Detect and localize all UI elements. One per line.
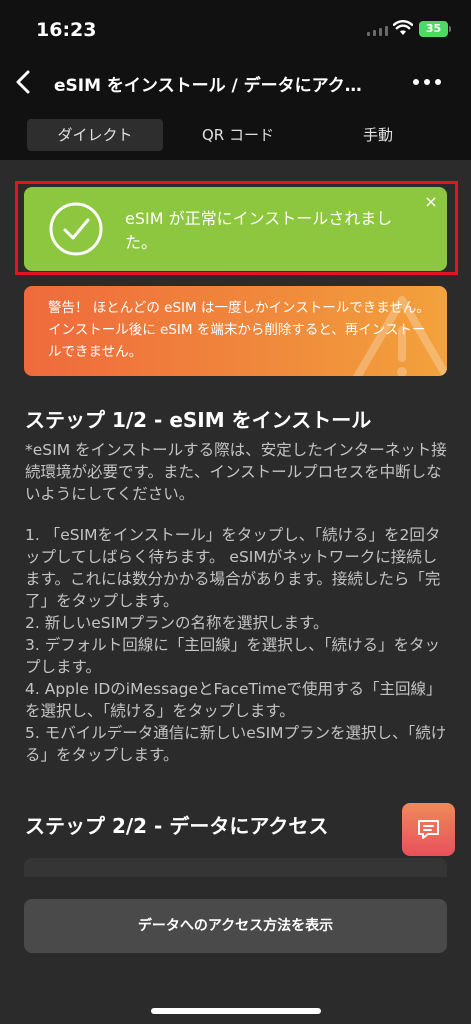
list-item: 2. 新しいeSIMプランの名称を選択します。 — [25, 614, 329, 632]
tab-qr-code[interactable]: QR コード — [170, 119, 306, 151]
tab-bar: ダイレクト QR コード 手動 — [0, 110, 471, 160]
cellular-signal-icon — [367, 26, 388, 36]
step1-instructions: 1. 「eSIMをインストール」をタップし、「続ける」を2回タップしてしばらく待… — [25, 524, 449, 766]
warning-message: 警告！ ほとんどの eSIM は一度しかインストールできません。インストール後に… — [48, 300, 430, 360]
status-time: 16:23 — [36, 19, 97, 41]
step1-note: *eSIM をインストールする際は、安定したインターネット接続環境が必要です。ま… — [25, 441, 447, 503]
show-data-access-button[interactable]: データへのアクセス方法を表示 — [24, 899, 447, 953]
list-item: 3. デフォルト回線に「主回線」を選択し、「続ける」をタップします。 — [25, 636, 440, 676]
chat-button[interactable] — [402, 803, 455, 856]
more-horizontal-icon[interactable] — [409, 72, 445, 92]
screen: 16:23 35 eSIM をインストール / データにアク… ダイレクト QR… — [0, 0, 471, 1024]
list-item: 1. 「eSIMをインストール」をタップし、「続ける」を2回タップしてしばらく待… — [25, 526, 441, 610]
wifi-icon — [393, 20, 413, 35]
list-item: 5. モバイルデータ通信に新しいeSIMプランを選択し、「続ける」をタップします… — [25, 724, 447, 764]
step1-heading: ステップ 1/2 - eSIM をインストール — [25, 408, 372, 432]
tab-manual[interactable]: 手動 — [310, 119, 446, 151]
status-bar: 16:23 35 — [0, 0, 471, 54]
chat-icon — [418, 820, 439, 839]
step2-heading: ステップ 2/2 - データにアクセス — [25, 814, 329, 838]
battery-icon: 35 — [419, 21, 451, 37]
chevron-left-icon[interactable] — [8, 64, 44, 100]
highlight-frame — [15, 181, 458, 275]
tab-direct[interactable]: ダイレクト — [27, 119, 163, 151]
page-title: eSIM をインストール / データにアク… — [54, 76, 362, 96]
nav-bar: eSIM をインストール / データにアク… — [0, 54, 471, 110]
list-item: 4. Apple IDのiMessageとFaceTimeで使用する「主回線」を… — [25, 680, 442, 720]
home-indicator — [151, 1008, 321, 1014]
